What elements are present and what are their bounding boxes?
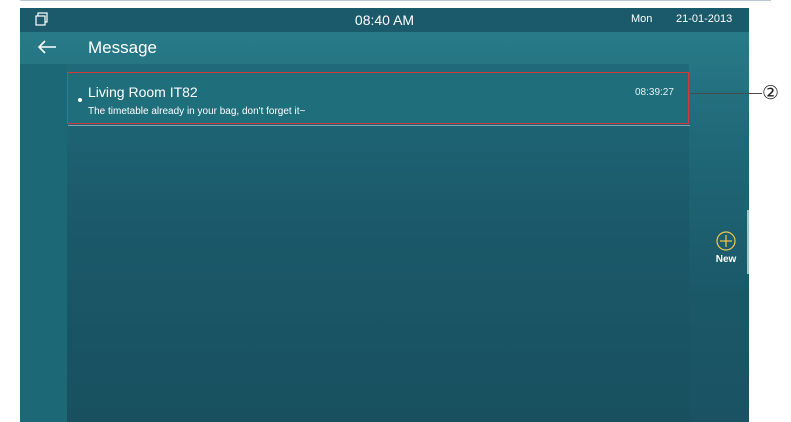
message-time: 08:39:27 (635, 87, 674, 98)
new-message-button[interactable]: New (708, 230, 744, 280)
plus-circle-icon (716, 231, 736, 251)
new-button-label: New (715, 254, 737, 265)
callout-line (690, 93, 762, 94)
arrow-left-icon[interactable] (36, 38, 58, 56)
side-edge-indicator (747, 210, 749, 274)
message-list: Living Room IT82 The timetable already i… (67, 64, 690, 422)
device-screen: 08:40 AM Mon 21-01-2013 Message Living R… (20, 8, 749, 422)
status-bar: 08:40 AM Mon 21-01-2013 (20, 8, 749, 32)
message-list-item[interactable]: Living Room IT82 The timetable already i… (67, 72, 690, 126)
message-title: Living Room IT82 (88, 84, 198, 100)
page-title: Message (88, 38, 157, 57)
item-divider (68, 125, 690, 126)
unread-dot-icon (78, 98, 82, 102)
status-day: Mon (631, 13, 653, 25)
message-body: The timetable already in your bag, don't… (88, 106, 306, 117)
callout-number: ② (762, 83, 780, 104)
title-bar: Message (20, 32, 749, 64)
status-date: 21-01-2013 (676, 13, 733, 25)
left-sidebar (20, 64, 67, 422)
